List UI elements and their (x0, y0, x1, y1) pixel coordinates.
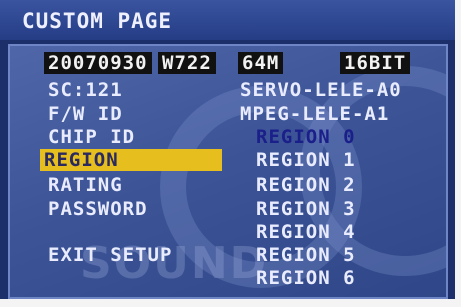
servo-code-label: SC:121 (48, 79, 123, 101)
mpeg-version: MPEG-LELE-A1 (240, 103, 390, 125)
monitor-bezel-right (455, 0, 461, 307)
firmware-id-label: F/W ID (48, 103, 123, 125)
servo-version: SERVO-LELE-A0 (240, 79, 402, 101)
firmware-date: 20070930 (44, 52, 152, 74)
region-option-1[interactable]: REGION 1 (256, 149, 356, 171)
region-current: REGION 0 (256, 126, 356, 148)
menu-item-password[interactable]: PASSWORD (48, 198, 148, 220)
menu-item-region[interactable]: REGION (40, 149, 222, 171)
bit-depth: 16BIT (340, 52, 411, 74)
region-option-4[interactable]: REGION 4 (256, 221, 356, 243)
model-code: W722 (158, 52, 216, 74)
menu-item-rating[interactable]: RATING (48, 174, 123, 196)
region-option-3[interactable]: REGION 3 (256, 198, 356, 220)
memory-size: 64M (238, 52, 284, 74)
exit-setup-button[interactable]: EXIT SETUP (48, 244, 172, 266)
monitor-bezel-bottom (0, 299, 461, 307)
region-option-5[interactable]: REGION 5 (256, 244, 356, 266)
page-title: CUSTOM PAGE (22, 9, 173, 33)
chip-id-label: CHIP ID (48, 126, 136, 148)
osd-screen: CUSTOM PAGE SOUND 20070930 W722 64M 16BI… (0, 0, 461, 307)
region-option-6[interactable]: REGION 6 (256, 267, 356, 289)
region-option-2[interactable]: REGION 2 (256, 174, 356, 196)
title-bar: CUSTOM PAGE (0, 0, 455, 40)
